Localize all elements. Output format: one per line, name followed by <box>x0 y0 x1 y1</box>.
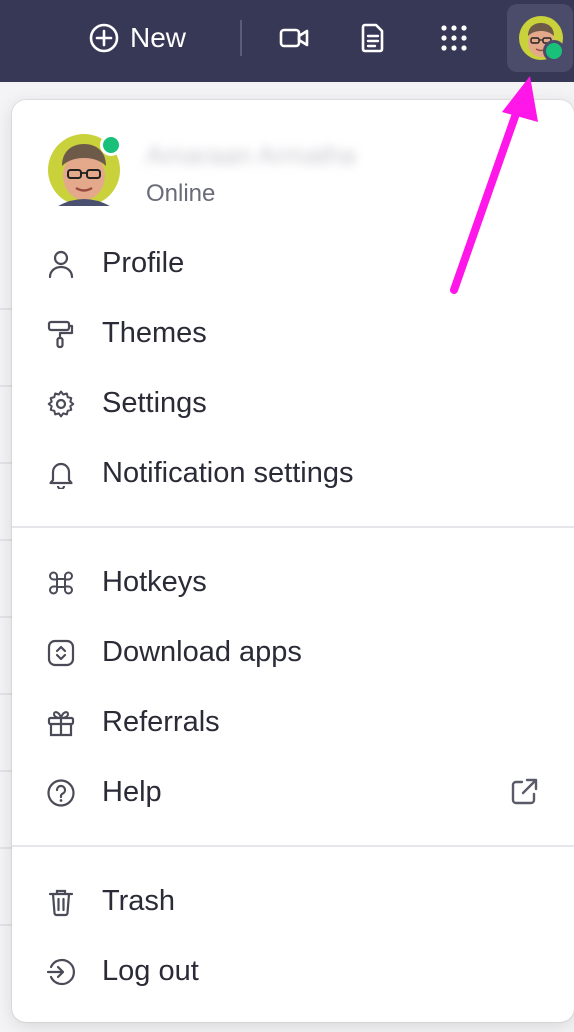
background-divider <box>0 616 12 618</box>
background-divider <box>0 693 12 695</box>
menu-item-label: Download apps <box>102 636 302 668</box>
menu-item-label: Trash <box>102 885 176 917</box>
apps-grid-icon[interactable] <box>438 22 470 54</box>
plus-circle-icon <box>89 23 119 53</box>
gear-icon <box>46 389 76 419</box>
menu-item-label: Profile <box>102 247 185 279</box>
menu-item-label: Log out <box>102 955 199 987</box>
bell-icon <box>46 459 76 491</box>
user-status: Online <box>146 180 216 207</box>
help-circle-icon <box>46 778 76 808</box>
new-button-label: New <box>130 22 187 53</box>
background-divider <box>0 385 12 387</box>
menu-item-help[interactable]: Help <box>12 762 574 824</box>
menu-separator <box>12 845 574 847</box>
background-divider <box>0 770 12 772</box>
menu-item-label: Notification settings <box>102 457 354 489</box>
background-divider <box>0 924 12 926</box>
menu-item-hotkeys[interactable]: Hotkeys <box>12 552 574 614</box>
annotation-arrow <box>450 76 538 294</box>
online-status-dot <box>100 134 122 156</box>
person-icon <box>46 249 76 279</box>
external-link-icon <box>508 776 540 808</box>
avatar <box>48 134 122 206</box>
menu-separator <box>12 526 574 528</box>
log-out-icon <box>46 957 76 987</box>
background-divider <box>0 462 12 464</box>
background-divider <box>0 847 12 849</box>
menu-item-trash[interactable]: Trash <box>12 871 574 933</box>
menu-item-label: Referrals <box>102 706 220 738</box>
menu-item-label: Themes <box>102 317 207 349</box>
document-icon[interactable] <box>357 22 389 54</box>
gift-icon <box>46 708 76 738</box>
online-status-dot <box>543 40 565 62</box>
menu-item-notification-settings[interactable]: Notification settings <box>12 443 574 505</box>
paint-roller-icon <box>46 319 76 349</box>
menu-item-themes[interactable]: Themes <box>12 303 574 365</box>
background-divider <box>0 308 12 310</box>
video-icon[interactable] <box>278 22 310 54</box>
menu-item-log-out[interactable]: Log out <box>12 941 574 1003</box>
background-divider <box>0 539 12 541</box>
user-avatar-button[interactable] <box>507 4 573 72</box>
user-name: Amaraan Armatha <box>146 140 356 170</box>
trash-icon <box>46 887 76 917</box>
command-key-icon <box>46 568 76 598</box>
menu-item-label: Settings <box>102 387 207 419</box>
new-button[interactable]: New <box>88 18 186 58</box>
menu-item-label: Help <box>102 776 162 808</box>
menu-item-download-apps[interactable]: Download apps <box>12 622 574 684</box>
menu-item-settings[interactable]: Settings <box>12 373 574 435</box>
menu-item-referrals[interactable]: Referrals <box>12 692 574 754</box>
download-apps-icon <box>46 638 76 668</box>
menu-item-label: Hotkeys <box>102 566 207 598</box>
avatar <box>519 16 565 62</box>
toolbar-divider <box>240 20 242 56</box>
